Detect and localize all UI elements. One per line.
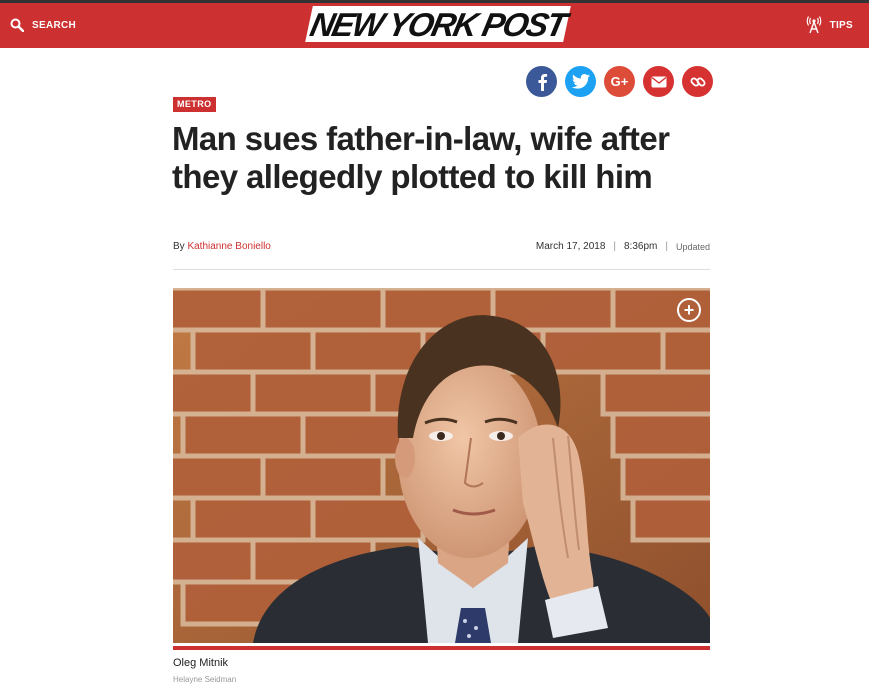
search-button[interactable]: SEARCH (10, 15, 76, 35)
facebook-icon (538, 73, 547, 91)
updated-label: Updated (675, 241, 710, 252)
publish-date: March 17, 2018 (535, 241, 606, 252)
dateline: March 17, 2018 | 8:36pm | Updated (536, 241, 710, 252)
email-icon (651, 76, 666, 87)
search-label: SEARCH (32, 19, 77, 31)
date-separator: | (613, 241, 616, 252)
expand-photo-button[interactable]: + (677, 298, 701, 322)
byline: By Kathianne Boniello (173, 241, 271, 252)
top-navigation-bar: SEARCH NEW YORK POST TIPS (0, 0, 869, 48)
photo-caption: Oleg Mitnik (173, 657, 229, 669)
publish-time: 8:36pm (624, 241, 658, 252)
header-divider (173, 269, 710, 270)
search-icon (10, 18, 24, 32)
site-logo[interactable]: NEW YORK POST (305, 5, 571, 43)
topbar-edge (0, 0, 869, 3)
author-link[interactable]: Kathianne Boniello (187, 241, 270, 252)
antenna-icon (806, 16, 821, 34)
copy-link-button[interactable] (682, 66, 713, 97)
article-headline: Man sues father-in-law, wife after they … (172, 120, 670, 195)
google-plus-share-button[interactable]: G+ (604, 66, 635, 97)
twitter-share-button[interactable] (565, 66, 596, 97)
facebook-share-button[interactable] (526, 66, 557, 97)
logo-text: NEW YORK POST (307, 5, 569, 43)
time-separator: | (665, 241, 668, 252)
twitter-icon (571, 74, 590, 89)
google-plus-icon: G+ (610, 74, 629, 89)
photo-credit: Helayne Seidman (173, 675, 237, 684)
photo-underline (173, 646, 710, 650)
email-share-button[interactable] (643, 66, 674, 97)
section-tag[interactable]: METRO (173, 97, 216, 112)
plus-icon: + (683, 300, 695, 320)
link-icon (690, 77, 705, 86)
photo-illustration (173, 288, 710, 643)
tips-button[interactable]: TIPS (806, 14, 853, 36)
tips-label: TIPS (829, 19, 853, 31)
article-photo[interactable]: + (173, 288, 710, 643)
share-buttons: G+ (526, 66, 713, 97)
byline-prefix: By (173, 241, 185, 252)
